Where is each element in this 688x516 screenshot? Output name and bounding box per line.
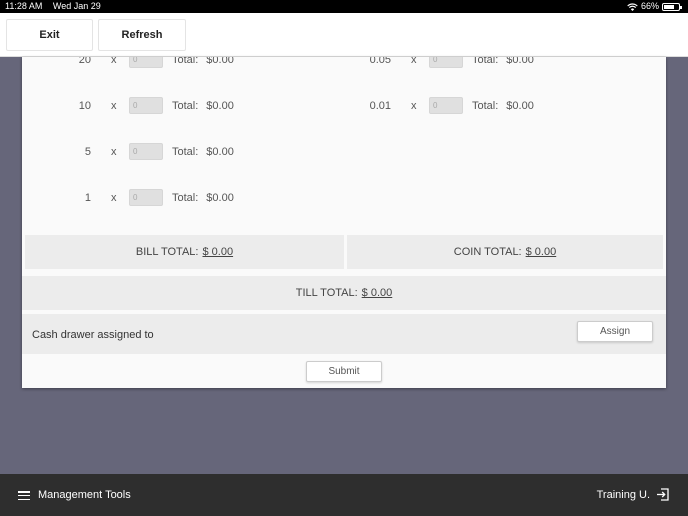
bill-row: 1 x 0 Total: $0.00 (44, 189, 304, 209)
coin-row: 0.01 x 0 Total: $0.00 (344, 97, 604, 117)
quantity-input[interactable]: 0 (429, 57, 463, 68)
status-date: Wed Jan 29 (52, 1, 101, 11)
quantity-input[interactable]: 0 (129, 97, 163, 114)
multiply-sign: x (111, 192, 117, 204)
bill-row: 20 x 0 Total: $0.00 (44, 57, 304, 71)
row-total: Total: $0.00 (172, 100, 234, 112)
quantity-input[interactable]: 0 (429, 97, 463, 114)
till-total-label: TILL TOTAL: (295, 287, 358, 299)
quantity-input[interactable]: 0 (129, 189, 163, 206)
row-total: Total: $0.00 (472, 57, 534, 66)
row-total: Total: $0.00 (172, 146, 234, 158)
quantity-input[interactable]: 0 (129, 143, 163, 160)
bottom-nav-bar: Management Tools Training U. (0, 474, 688, 516)
coin-total-label: COIN TOTAL: (453, 246, 522, 258)
user-name: Training U. (596, 489, 650, 501)
bill-total-box: BILL TOTAL: $ 0.00 (25, 235, 344, 269)
denomination-label: 1 (84, 192, 91, 204)
hamburger-menu-icon[interactable] (18, 491, 30, 500)
wifi-icon (627, 2, 638, 11)
denomination-label: 0.01 (369, 100, 391, 112)
cash-drawer-label: Cash drawer assigned to (32, 329, 154, 341)
top-bar: Exit Refresh (0, 13, 688, 57)
coin-row: 0.05 x 0 Total: $0.00 (344, 57, 604, 71)
till-total-box: TILL TOTAL: $ 0.00 (22, 276, 666, 310)
bill-total-amount: $ 0.00 (202, 246, 234, 258)
assign-button[interactable]: Assign (577, 321, 653, 342)
row-total: Total: $0.00 (172, 192, 234, 204)
multiply-sign: x (111, 146, 117, 158)
denomination-label: 5 (84, 146, 91, 158)
exit-button[interactable]: Exit (6, 19, 93, 51)
coin-total-box: COIN TOTAL: $ 0.00 (347, 235, 663, 269)
quantity-input[interactable]: 0 (129, 57, 163, 68)
cash-drawer-assign-row: Cash drawer assigned to Assign (22, 314, 666, 354)
bill-row: 5 x 0 Total: $0.00 (44, 143, 304, 163)
till-count-card: 20 x 0 Total: $0.00 10 x 0 Total: $0.00 5 … (22, 57, 666, 388)
row-total: Total: $0.00 (472, 100, 534, 112)
battery-percent: 66% (640, 1, 659, 11)
denomination-label: 0.05 (369, 57, 391, 66)
multiply-sign: x (111, 100, 117, 112)
denomination-label: 20 (78, 57, 91, 66)
multiply-sign: x (411, 57, 417, 66)
coin-total-amount: $ 0.00 (525, 246, 557, 258)
submit-button[interactable]: Submit (306, 361, 382, 382)
row-total: Total: $0.00 (172, 57, 234, 66)
status-time: 11:28 AM (5, 1, 43, 11)
denomination-label: 10 (78, 100, 91, 112)
management-tools-link[interactable]: Management Tools (38, 489, 131, 501)
bill-total-label: BILL TOTAL: (135, 246, 199, 258)
battery-icon (662, 2, 682, 11)
bill-row: 10 x 0 Total: $0.00 (44, 97, 304, 117)
multiply-sign: x (411, 100, 417, 112)
till-total-amount: $ 0.00 (361, 287, 393, 299)
logout-icon[interactable] (656, 488, 669, 501)
refresh-button[interactable]: Refresh (98, 19, 186, 51)
status-bar: 11:28 AM Wed Jan 29 66% (0, 0, 688, 13)
multiply-sign: x (111, 57, 117, 66)
